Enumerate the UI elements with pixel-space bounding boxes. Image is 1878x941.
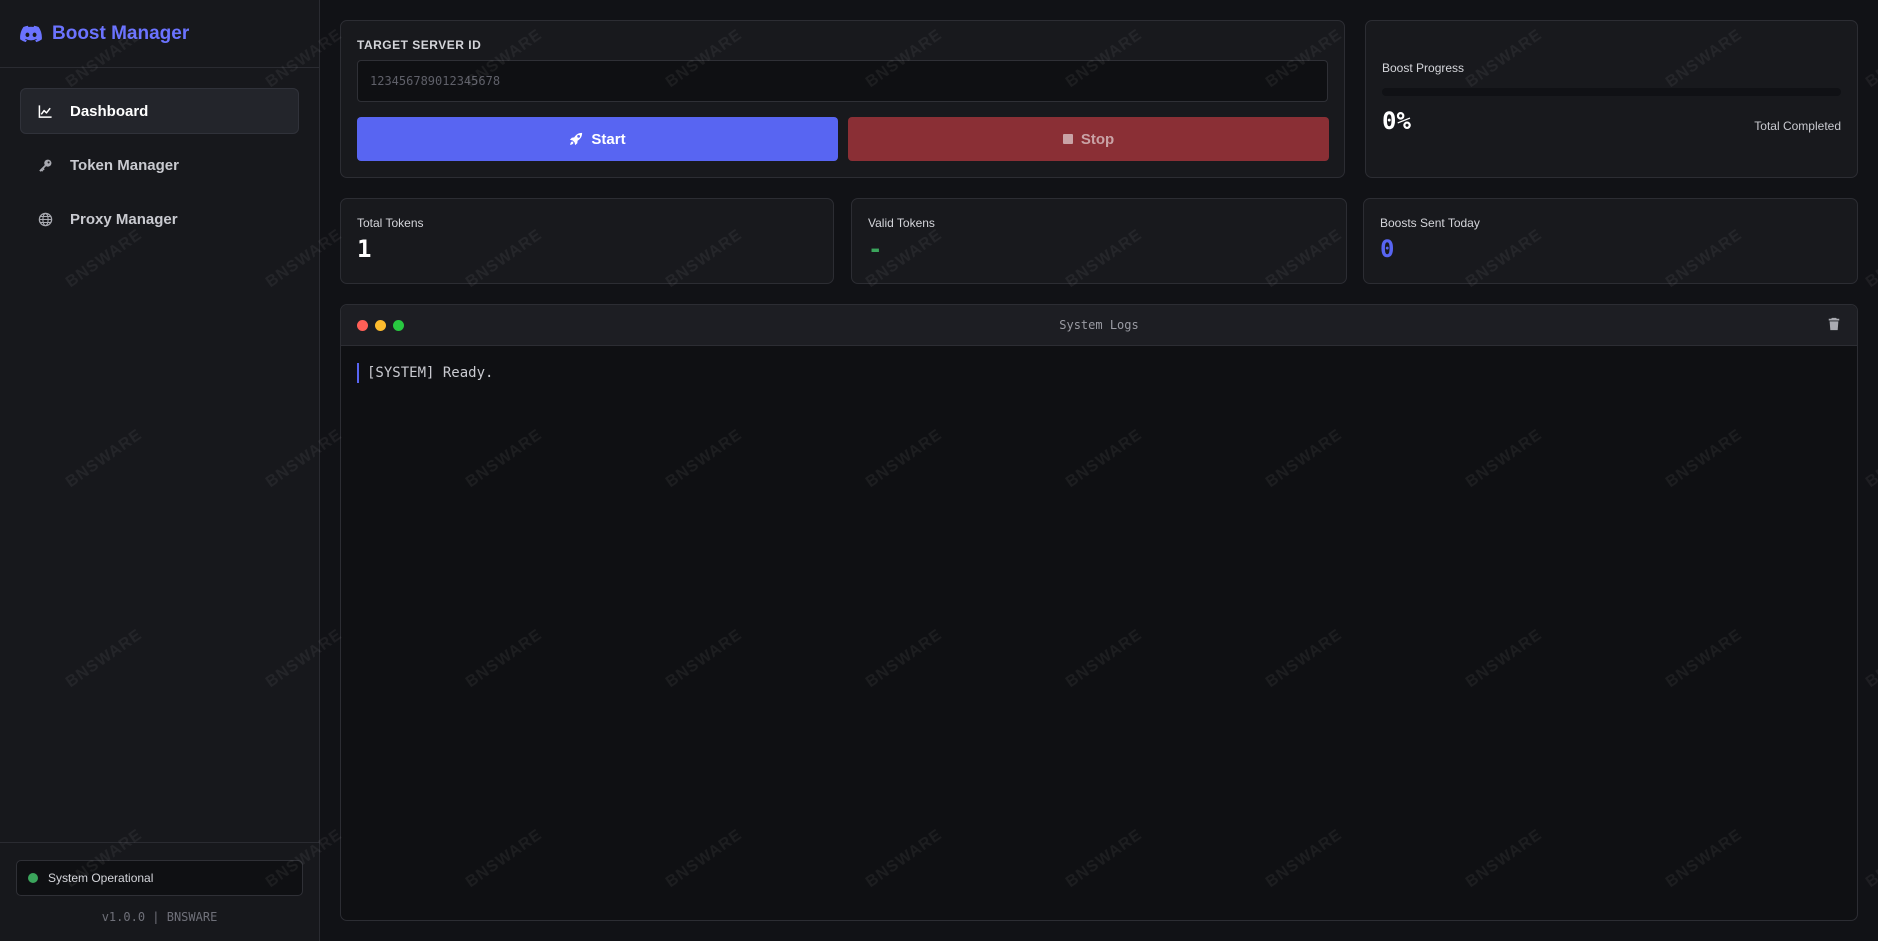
sidebar-item-label: Proxy Manager	[70, 210, 178, 228]
stat-label: Valid Tokens	[868, 216, 935, 230]
log-line: [SYSTEM] Ready.	[357, 363, 493, 383]
target-server-input[interactable]	[357, 60, 1328, 102]
stat-card-boosts-sent-today: Boosts Sent Today 0	[1363, 198, 1858, 284]
stop-button[interactable]: Stop	[848, 117, 1329, 161]
sidebar-item-proxy-manager[interactable]: Proxy Manager	[20, 196, 299, 242]
system-status: System Operational	[16, 860, 303, 896]
boost-progress-bar	[1382, 88, 1841, 96]
start-button[interactable]: Start	[357, 117, 838, 161]
system-logs-panel: System Logs [SYSTEM] Ready.	[340, 304, 1858, 921]
chart-line-icon	[36, 102, 54, 120]
sidebar-item-label: Token Manager	[70, 156, 179, 174]
sidebar-item-label: Dashboard	[70, 102, 149, 120]
watermark-text: BNSWARE	[1862, 26, 1878, 92]
stop-icon	[1062, 134, 1073, 144]
sidebar-nav: Dashboard Token Manager Proxy Manager	[0, 68, 319, 242]
sidebar-footer: System Operational v1.0.0 | BNSWARE	[0, 842, 319, 941]
watermark-text: BNSWARE	[1862, 226, 1878, 292]
stat-label: Boosts Sent Today	[1380, 216, 1480, 230]
globe-icon	[36, 210, 54, 228]
stat-card-total-tokens: Total Tokens 1	[340, 198, 834, 284]
stat-value: 1	[357, 235, 372, 263]
watermark-text: BNSWARE	[1862, 826, 1878, 892]
boost-progress-card: Boost Progress 0% Total Completed	[1365, 20, 1858, 178]
start-button-label: Start	[591, 130, 626, 148]
sidebar-item-token-manager[interactable]: Token Manager	[20, 142, 299, 188]
system-logs-title: System Logs	[1059, 318, 1139, 332]
brand[interactable]: Boost Manager	[0, 0, 319, 68]
stop-button-label: Stop	[1080, 130, 1115, 148]
boost-progress-value: 0%	[1382, 107, 1411, 135]
target-server-card: TARGET SERVER ID Start Stop	[340, 20, 1345, 178]
trash-icon[interactable]	[1827, 317, 1843, 333]
boost-progress-subtitle: Total Completed	[1754, 119, 1841, 133]
brand-title: Boost Manager	[52, 22, 190, 44]
key-icon	[36, 156, 54, 174]
sidebar-item-dashboard[interactable]: Dashboard	[20, 88, 299, 134]
watermark-text: BNSWARE	[1862, 426, 1878, 492]
discord-icon	[20, 23, 42, 45]
stat-label: Total Tokens	[357, 216, 424, 230]
version-label: v1.0.0 | BNSWARE	[101, 910, 218, 924]
stat-card-valid-tokens: Valid Tokens -	[851, 198, 1347, 284]
boost-progress-label: Boost Progress	[1382, 61, 1465, 75]
target-server-label: TARGET SERVER ID	[357, 38, 482, 52]
watermark-text: BNSWARE	[1862, 626, 1878, 692]
stat-value: 0	[1380, 235, 1395, 263]
app-window: Boost Manager Dashboard Token Manager Pr…	[0, 0, 1878, 941]
stat-value: -	[868, 235, 883, 263]
status-dot-icon	[28, 873, 38, 883]
system-logs-header: System Logs	[341, 305, 1857, 346]
rocket-icon	[569, 132, 583, 146]
sidebar: Boost Manager Dashboard Token Manager Pr…	[0, 0, 320, 941]
system-status-label: System Operational	[48, 871, 154, 885]
